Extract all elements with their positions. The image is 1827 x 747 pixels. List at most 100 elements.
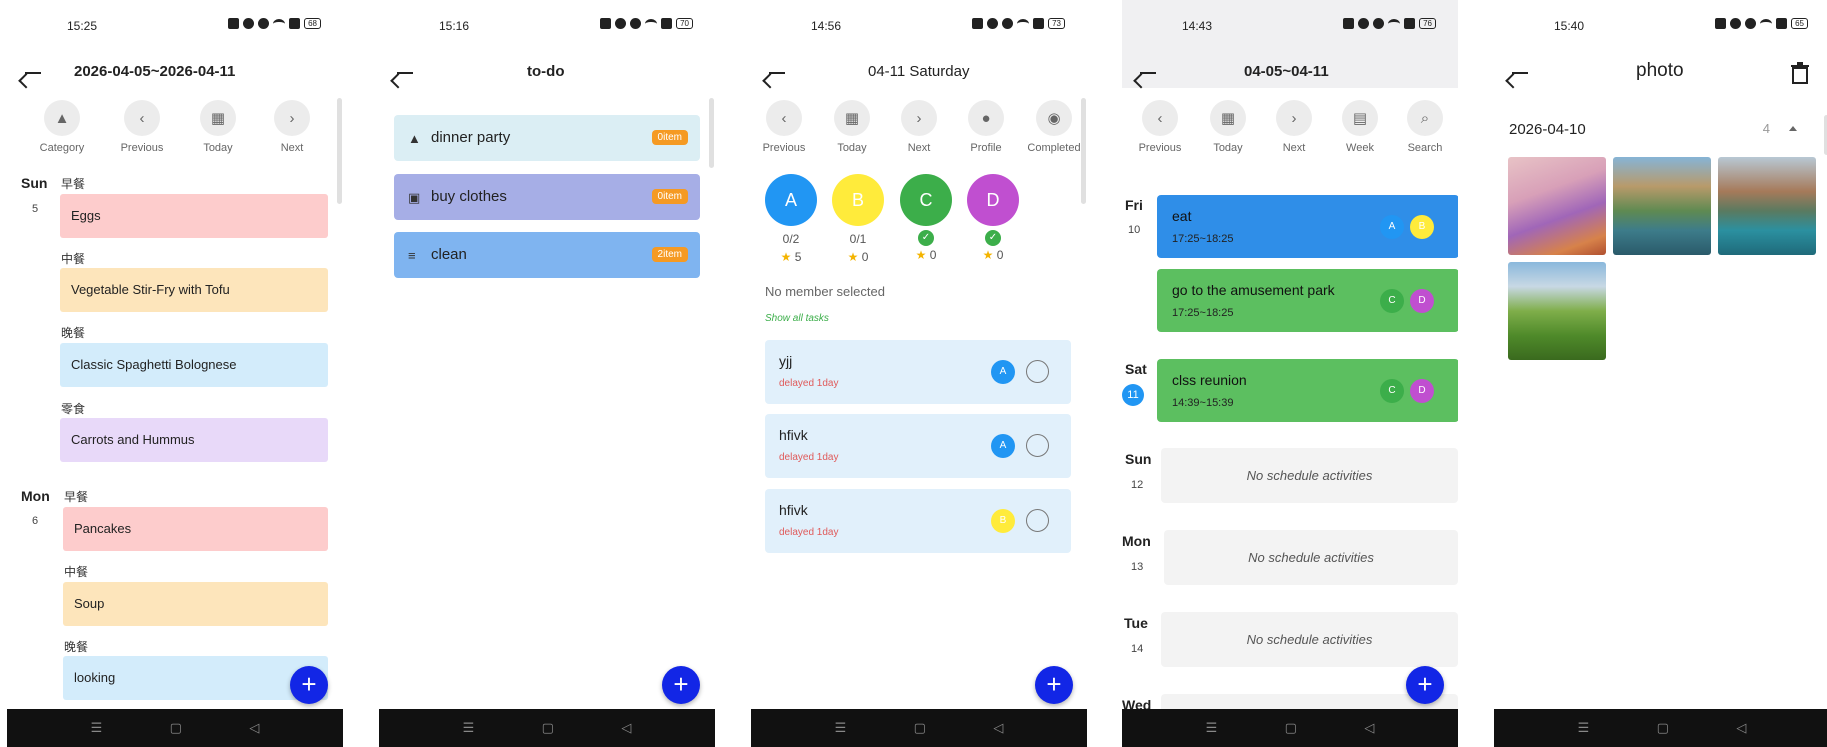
task-complete-radio[interactable] [1026,360,1049,383]
back-triangle-icon[interactable]: ◁ [621,720,631,736]
back-arrow-icon[interactable] [1508,60,1536,86]
task-card[interactable]: yjj delayed 1day A [765,340,1071,404]
today-button[interactable]: ▦ Today [817,100,887,154]
back-triangle-icon[interactable]: ◁ [993,720,1003,736]
back-triangle-icon[interactable]: ◁ [249,720,259,736]
back-triangle-icon[interactable]: ◁ [1364,720,1374,736]
next-label: Next [1282,142,1306,154]
add-button[interactable]: + [290,666,328,704]
previous-button[interactable]: ‹ Previous [1125,100,1195,154]
meal-item[interactable]: Pancakes [63,507,328,551]
menu-icon[interactable]: ☰ [463,720,475,736]
todo-category-item[interactable]: ▣ buy clothes 0item [394,174,700,220]
back-arrow-icon[interactable] [1136,60,1164,86]
flower-meadow-photo[interactable] [1508,157,1606,255]
battery-icon: 73 [1048,18,1065,29]
week-button[interactable]: ▤ Week [1325,100,1395,154]
today-button[interactable]: ▦ Today [183,100,253,154]
back-arrow-icon[interactable] [21,60,49,86]
green-hills-photo[interactable] [1508,262,1606,360]
task-delay: delayed 1day [779,378,839,389]
today-label: Today [203,142,233,154]
next-button[interactable]: › Next [1259,100,1329,154]
next-button[interactable]: › Next [257,100,327,154]
todo-category-item[interactable]: ▲ dinner party 0item [394,115,700,161]
back-arrow-icon[interactable] [393,60,421,86]
task-delay: delayed 1day [779,527,839,538]
wifi-icon [1017,18,1030,29]
home-square-icon[interactable]: ▢ [1657,720,1669,736]
event-card[interactable]: eat 17:25~18:25 A B [1157,195,1458,258]
task-card[interactable]: hfivk delayed 1day B [765,489,1071,553]
scrollbar[interactable] [709,98,714,168]
profile-label: Profile [970,142,1002,154]
status-bar: 14:43 76 [1122,0,1458,50]
event-card[interactable]: go to the amusement park 17:25~18:25 C D [1157,269,1458,332]
scrollbar[interactable] [337,98,342,204]
completed-button[interactable]: ◉ Completed [1019,100,1087,154]
previous-button[interactable]: ‹ Previous [107,100,177,154]
empty-schedule: No schedule activities [1164,530,1458,585]
task-member-avatar: A [991,360,1015,384]
meal-item[interactable]: Classic Spaghetti Bolognese [60,343,328,387]
event-card[interactable]: clss reunion 14:39~15:39 C D [1157,359,1458,422]
previous-label: Previous [120,142,164,154]
event-member-avatar: A [1380,215,1404,239]
menu-icon[interactable]: ☰ [1578,720,1590,736]
menu-icon[interactable]: ☰ [91,720,103,736]
event-title: clss reunion [1172,372,1247,388]
mountain-lake-photo[interactable] [1613,157,1711,255]
nfc-icon [228,18,240,29]
next-button[interactable]: › Next [884,100,954,154]
status-time: 15:25 [67,19,98,33]
member-progress: 0/2 [782,232,800,246]
collapse-caret-icon[interactable] [1789,126,1797,131]
search-button[interactable]: ⌕ Search [1390,100,1458,154]
add-button[interactable]: + [1406,666,1444,704]
meal-item[interactable]: Soup [63,582,328,626]
today-button[interactable]: ▦ Today [1193,100,1263,154]
member-a[interactable]: A 0/2 ★ 5 [764,174,818,264]
member-c[interactable]: C ✓ ★ 0 [899,174,953,262]
member-b[interactable]: B 0/1 ★ 0 [831,174,885,264]
person-icon: ● [968,100,1004,136]
home-square-icon[interactable]: ▢ [542,720,554,736]
member-d[interactable]: D ✓ ★ 0 [966,174,1020,262]
today-label: Today [837,142,867,154]
menu-icon[interactable]: ☰ [835,720,847,736]
check-icon: ✓ [918,230,934,246]
sim-icon [289,18,301,29]
valley-lake-photo[interactable] [1718,157,1816,255]
menu-icon[interactable]: ☰ [1206,720,1218,736]
previous-button[interactable]: ‹ Previous [751,100,819,154]
meal-item[interactable]: looking [63,656,328,700]
todo-item-label: dinner party [431,129,511,146]
album-photo-count: 4 [1762,121,1770,136]
todo-category-item[interactable]: ≡ clean 2item [394,232,700,278]
add-button[interactable]: + [1035,666,1073,704]
member-avatar: C [900,174,952,226]
category-button[interactable]: ▲ Category [27,100,97,154]
back-arrow-icon[interactable] [765,60,793,86]
meal-item[interactable]: Vegetable Stir-Fry with Tofu [60,268,328,312]
home-square-icon[interactable]: ▢ [170,720,182,736]
scrollbar[interactable] [1081,98,1086,204]
star-icon: ★ [780,250,792,264]
home-square-icon[interactable]: ▢ [1285,720,1297,736]
home-square-icon[interactable]: ▢ [914,720,926,736]
event-member-avatar: B [1410,215,1434,239]
alarm-icon [1002,18,1014,29]
back-triangle-icon[interactable]: ◁ [1736,720,1746,736]
meal-item[interactable]: Carrots and Hummus [60,418,328,462]
profile-button[interactable]: ● Profile [951,100,1021,154]
task-complete-radio[interactable] [1026,434,1049,457]
trash-icon[interactable] [1790,62,1810,84]
week-label: Week [1346,142,1374,154]
today-label: Today [1213,142,1243,154]
show-all-tasks-link[interactable]: Show all tasks [765,313,829,324]
add-button[interactable]: + [662,666,700,704]
task-complete-radio[interactable] [1026,509,1049,532]
meal-item[interactable]: Eggs [60,194,328,238]
task-card[interactable]: hfivk delayed 1day A [765,414,1071,478]
chevron-right-icon: › [901,100,937,136]
